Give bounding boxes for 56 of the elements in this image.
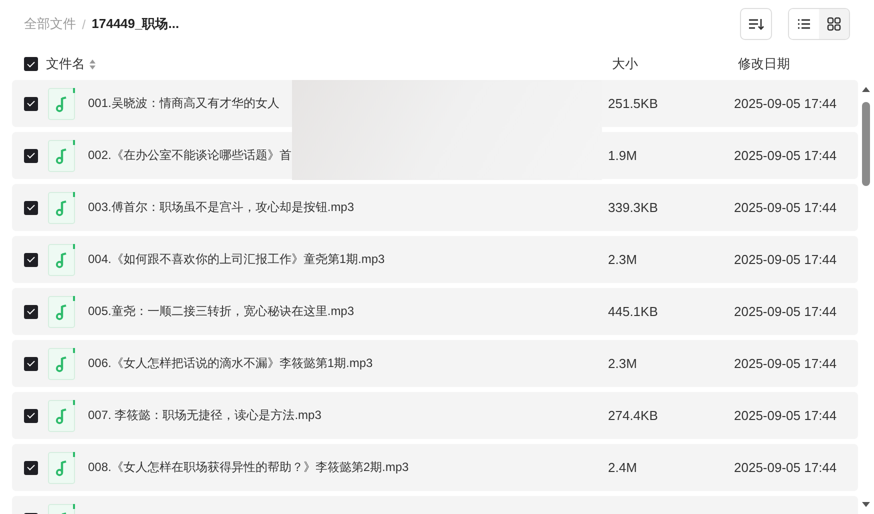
grid-icon	[827, 17, 841, 31]
breadcrumb-separator: /	[82, 16, 86, 32]
file-name[interactable]: 006.《女人怎样把话说的滴水不漏》李筱懿第1期.mp3	[88, 355, 608, 372]
sort-button[interactable]	[740, 8, 772, 40]
modified-date: 2025-09-05 17:44	[734, 200, 837, 215]
file-row[interactable]: 005.童尧：一顺二接三转折，宽心秘诀在这里.mp3 445.1KB 2025-09-05 17:44	[12, 288, 858, 335]
current-folder[interactable]: 174449_职场...	[92, 15, 180, 33]
file-name[interactable]: 008.《女人怎样在职场获得异性的帮助？》李筱懿第2期.mp3	[88, 459, 608, 476]
file-row[interactable]: 006.《女人怎样把话说的滴水不漏》李筱懿第1期.mp3 2.3M 2025-09-05 17:44	[12, 340, 858, 387]
sort-icon	[748, 17, 764, 31]
music-file-icon	[48, 244, 76, 276]
modified-date: 2025-09-05 17:44	[734, 96, 837, 111]
checkbox[interactable]	[24, 304, 38, 318]
modified-date: 2025-09-05 17:44	[734, 356, 837, 371]
file-name[interactable]: 003.傅首尔：职场虽不是宫斗，攻心却是按钮.mp3	[88, 199, 608, 216]
music-file-icon	[48, 140, 76, 172]
file-size: 339.3KB	[608, 200, 659, 215]
file-size: 251.5KB	[608, 96, 659, 111]
music-file-icon	[48, 348, 76, 380]
file-name[interactable]: 007. 李筱懿：职场无捷径，读心是方法.mp3	[88, 407, 608, 424]
music-file-icon	[48, 296, 76, 328]
file-row[interactable]: 004.《如何跟不喜欢你的上司汇报工作》童尧第1期.mp3 2.3M 2025-09-05 17:44	[12, 236, 858, 283]
column-header[interactable]: 文件名	[46, 55, 85, 73]
file-row[interactable]: 007. 李筱懿：职场无捷径，读心是方法.mp3 274.4KB 2025-09-05 17:44	[12, 392, 858, 439]
modified-date: 2025-09-05 17:44	[734, 148, 837, 163]
file-size: 2.3M	[608, 356, 638, 371]
modified-date: 2025-09-05 17:44	[734, 460, 837, 475]
file-size: 2.3M	[608, 252, 638, 267]
file-name[interactable]: 004.《如何跟不喜欢你的上司汇报工作》童尧第1期.mp3	[88, 251, 608, 268]
music-file-icon	[48, 400, 76, 432]
file-name[interactable]: 005.童尧：一顺二接三转折，宽心秘诀在这里.mp3	[88, 303, 608, 320]
checkbox[interactable]	[24, 460, 38, 474]
checkbox[interactable]	[24, 148, 38, 162]
file-size: 2.4M	[608, 460, 638, 475]
file-size: 445.1KB	[608, 304, 659, 319]
sort-icon[interactable]	[89, 58, 96, 70]
column-header[interactable]: 大小	[612, 55, 738, 73]
music-file-icon	[48, 192, 76, 224]
list-icon	[797, 18, 811, 30]
checkbox[interactable]	[24, 96, 38, 110]
checkbox[interactable]	[24, 252, 38, 266]
checkbox[interactable]	[24, 200, 38, 214]
grid-view-button[interactable]	[819, 9, 849, 39]
file-size: 1.9M	[608, 148, 638, 163]
file-size: 274.4KB	[608, 408, 659, 423]
music-file-icon	[48, 88, 76, 120]
checkbox[interactable]	[24, 57, 38, 71]
file-row[interactable]: 003.傅首尔：职场虽不是宫斗，攻心却是按钮.mp3 339.3KB 2025-09-05 17:44	[12, 184, 858, 231]
column-header[interactable]: 修改日期	[738, 55, 790, 73]
modified-date: 2025-09-05 17:44	[734, 304, 837, 319]
checkbox[interactable]	[24, 408, 38, 422]
checkbox[interactable]	[24, 356, 38, 370]
music-file-icon	[48, 452, 76, 484]
modified-date: 2025-09-05 17:44	[734, 408, 837, 423]
file-row[interactable]: 008.《女人怎样在职场获得异性的帮助？》李筱懿第2期.mp3 2.4M 2025-09-05 17:44	[12, 444, 858, 491]
modified-date: 2025-09-05 17:44	[734, 252, 837, 267]
